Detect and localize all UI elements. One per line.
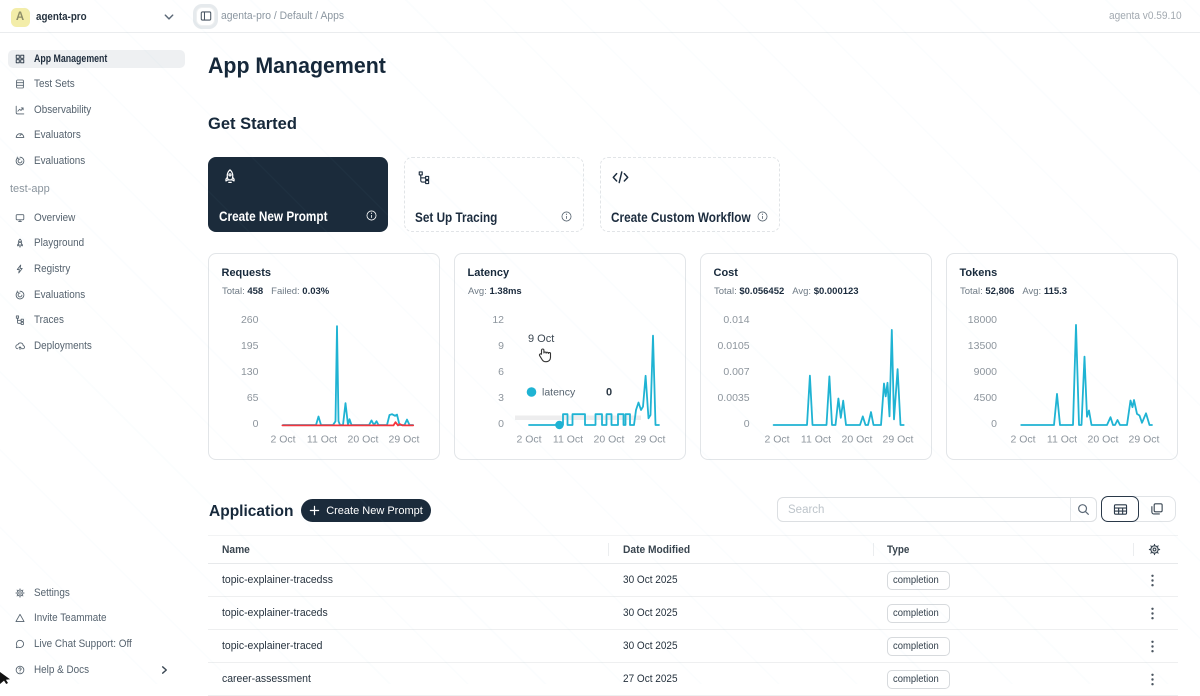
svg-text:3: 3 <box>498 392 504 404</box>
svg-text:2 Oct: 2 Oct <box>764 434 789 446</box>
svg-text:12: 12 <box>492 314 504 326</box>
svg-text:0: 0 <box>253 418 259 430</box>
svg-text:2 Oct: 2 Oct <box>1010 434 1035 446</box>
svg-text:29 Oct: 29 Oct <box>883 434 914 446</box>
svg-text:0: 0 <box>744 418 750 430</box>
svg-text:0.0035: 0.0035 <box>717 392 749 404</box>
svg-text:13500: 13500 <box>968 340 997 352</box>
svg-text:130: 130 <box>241 366 259 378</box>
svg-text:0: 0 <box>498 418 504 430</box>
svg-text:latency: latency <box>542 387 576 399</box>
svg-text:9000: 9000 <box>974 366 998 378</box>
svg-text:0: 0 <box>991 418 997 430</box>
svg-text:0: 0 <box>606 387 612 399</box>
svg-text:0.007: 0.007 <box>723 366 749 378</box>
svg-text:195: 195 <box>241 340 259 352</box>
svg-text:9 Oct: 9 Oct <box>528 333 554 345</box>
svg-text:20 Oct: 20 Oct <box>594 434 625 446</box>
svg-text:29 Oct: 29 Oct <box>389 434 420 446</box>
svg-text:9: 9 <box>498 340 504 352</box>
svg-text:29 Oct: 29 Oct <box>635 434 666 446</box>
svg-text:20 Oct: 20 Oct <box>348 434 379 446</box>
svg-text:260: 260 <box>241 314 259 326</box>
svg-text:11 Oct: 11 Oct <box>307 434 337 446</box>
svg-text:0.0105: 0.0105 <box>717 340 749 352</box>
svg-text:29 Oct: 29 Oct <box>1129 434 1160 446</box>
svg-text:20 Oct: 20 Oct <box>842 434 873 446</box>
svg-text:2 Oct: 2 Oct <box>270 434 295 446</box>
svg-text:20 Oct: 20 Oct <box>1088 434 1119 446</box>
svg-text:0.014: 0.014 <box>723 314 749 326</box>
svg-text:11 Oct: 11 Oct <box>553 434 583 446</box>
svg-text:6: 6 <box>498 366 504 378</box>
svg-text:11 Oct: 11 Oct <box>801 434 831 446</box>
svg-text:11 Oct: 11 Oct <box>1047 434 1077 446</box>
svg-text:4500: 4500 <box>974 392 998 404</box>
svg-text:18000: 18000 <box>968 314 997 326</box>
svg-text:65: 65 <box>247 392 259 404</box>
svg-text:2 Oct: 2 Oct <box>516 434 541 446</box>
